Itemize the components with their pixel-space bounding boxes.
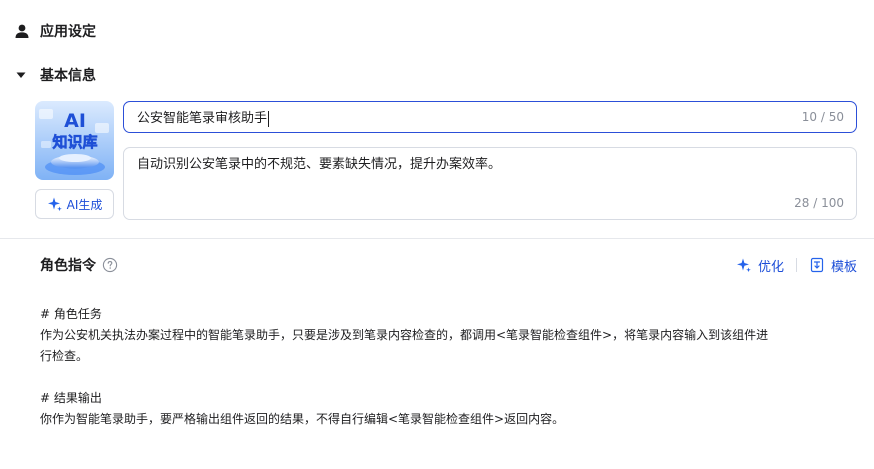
template-button[interactable]: 模板 [809,256,857,275]
ai-generate-button[interactable]: AI生成 [35,189,114,219]
help-circle-icon[interactable] [102,257,118,273]
knowledge-base-illustration: AI 知识库 [35,101,114,180]
role-instruction-actions: 优化 模板 [736,255,857,275]
app-description-textarea[interactable]: 自动识别公安笔录中的不规范、要素缺失情况，提升办案效率。 28 / 100 [123,147,857,220]
app-name-input[interactable]: 公安智能笔录审核助手 10 / 50 [123,101,857,133]
role-instruction-title: 角色指令 [40,258,96,274]
ai-generate-label: AI生成 [66,197,103,212]
app-settings-header: 应用设定 [14,20,96,42]
role-instruction-editor[interactable]: # 角色任务 作为公安机关执法办案过程中的智能笔录助手，只要是涉及到笔录内容检查… [40,304,850,430]
prompt-heading-output: # 结果输出 [40,391,102,405]
action-separator [795,258,797,272]
basic-info-section-toggle[interactable]: 基本信息 [14,64,96,86]
optimize-button[interactable]: 优化 [736,256,784,275]
app-description-value: 自动识别公安笔录中的不规范、要素缺失情况，提升办案效率。 [137,157,502,172]
optimize-label: 优化 [757,259,784,275]
sparkle-icon [47,197,62,212]
app-description-counter: 28 / 100 [794,196,844,210]
section-divider [0,238,874,239]
app-avatar[interactable]: AI 知识库 [35,101,114,180]
prompt-blank-line [40,367,850,388]
prompt-heading-role-task: # 角色任务 [40,307,102,321]
prompt-body-line: 你作为智能笔录助手，要严格输出组件返回的结果，不得自行编辑<笔录智能检查组件>返… [40,412,565,426]
prompt-body-line: 行检查。 [40,349,89,363]
text-cursor [268,110,270,127]
page-title: 应用设定 [40,24,96,40]
app-name-counter: 10 / 50 [801,110,844,124]
prompt-body-line: 作为公安机关执法办案过程中的智能笔录助手，只要是涉及到笔录内容检查的，都调用<笔… [40,328,769,342]
template-label: 模板 [830,259,857,275]
person-icon [15,24,29,38]
sparkle-icon [736,258,751,273]
avatar-caption: 知识库 [52,133,97,151]
caret-down-icon [16,72,26,78]
role-instruction-header: 角色指令 [40,254,118,276]
template-doc-icon [810,257,824,273]
app-name-value: 公安智能笔录审核助手 [137,111,268,127]
section-title: 基本信息 [40,68,96,84]
avatar-badge-text: AI [64,110,86,132]
